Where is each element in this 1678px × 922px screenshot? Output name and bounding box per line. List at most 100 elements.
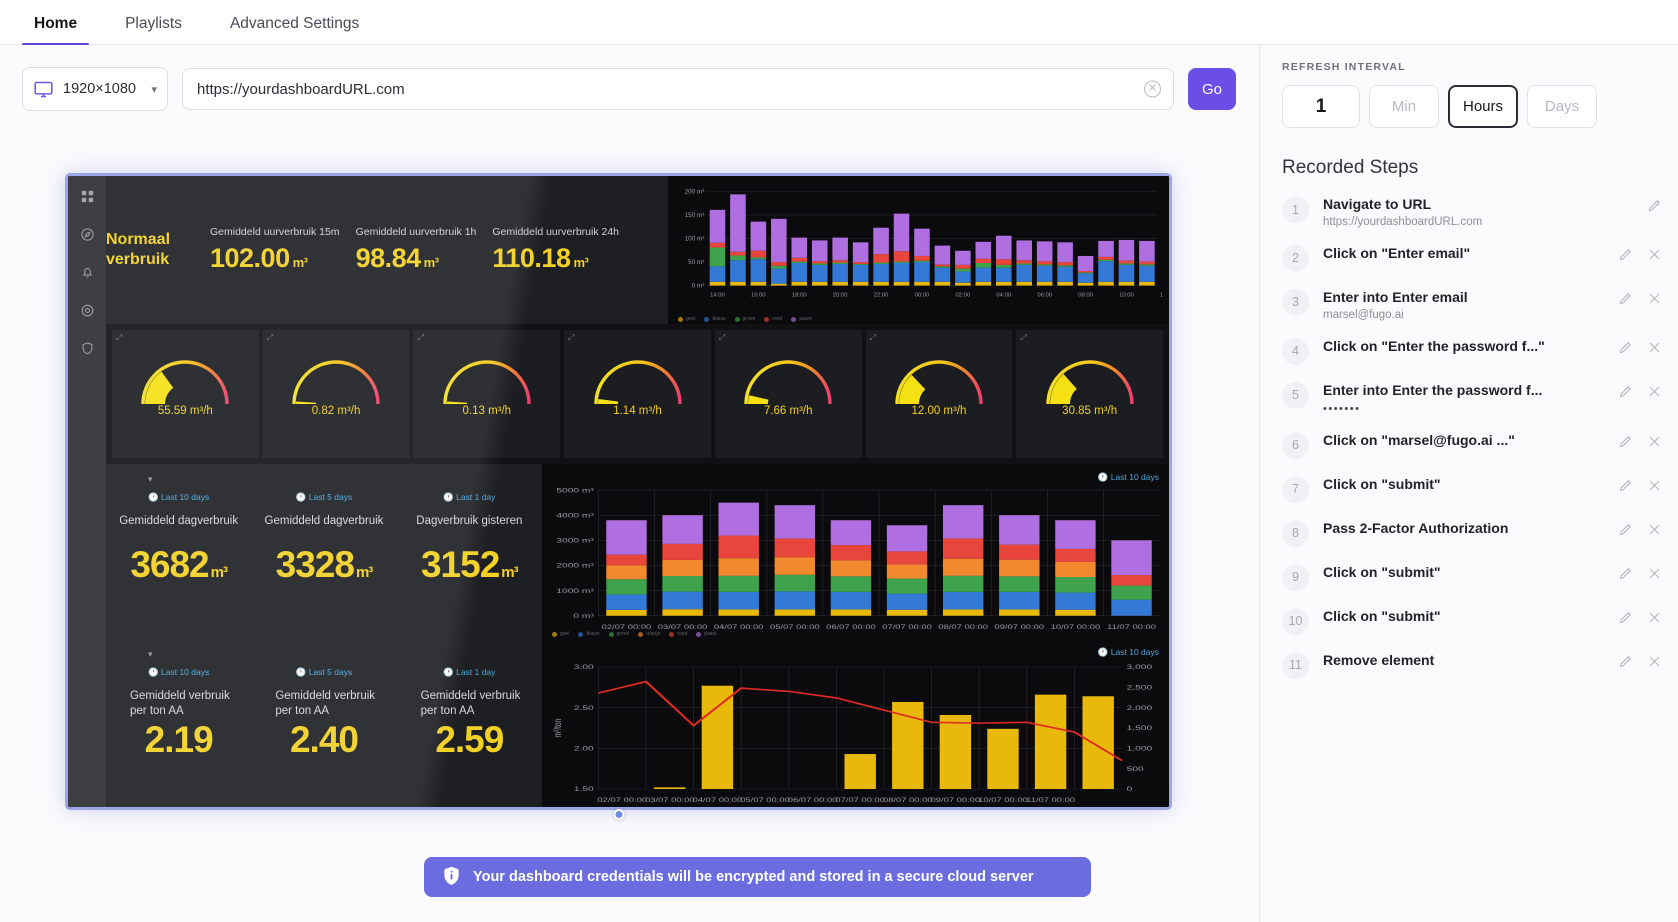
pencil-icon[interactable] [1618,478,1633,493]
close-x-icon[interactable] [1647,291,1662,306]
interval-unit-hours[interactable]: Hours [1448,85,1518,128]
pencil-icon[interactable] [1618,384,1633,399]
expand-icon[interactable]: ⤢ [116,333,124,342]
expand-icon[interactable]: ⤢ [1020,333,1028,342]
step-item[interactable]: 5 Enter into Enter the password f... •••••… [1282,373,1662,423]
expand-icon[interactable]: ⤢ [870,333,878,342]
step-item[interactable]: 11 Remove element [1282,643,1662,687]
step-body: Click on "Enter email" [1323,244,1604,263]
kpi-number: 110.18 [492,242,571,273]
collapse-caret-icon[interactable]: ▾ [148,474,153,485]
interval-value-input[interactable]: 1 [1282,85,1360,128]
dashboard-content: Normaal verbruik Gemiddeld uurverbruik 1… [106,176,1169,807]
step-item[interactable]: 4 Click on "Enter the password f..." [1282,329,1662,373]
step-title: Navigate to URL [1323,196,1432,212]
preview-frame[interactable]: Normaal verbruik Gemiddeld uurverbruik 1… [65,173,1172,810]
svg-text:200 m³: 200 m³ [685,189,705,196]
step-item[interactable]: 8 Pass 2-Factor Authorization [1282,511,1662,555]
pencil-icon[interactable] [1618,566,1633,581]
step-number: 4 [1282,337,1309,365]
kpi-value: 102.00 m³ [210,243,340,274]
expand-icon[interactable]: ⤢ [417,333,425,342]
svg-text:07/07 00:00: 07/07 00:00 [882,624,932,631]
svg-text:03/07 00:00: 03/07 00:00 [658,624,708,631]
time-range-chip: 🕐 Last 1 day [443,667,496,677]
legend-label: oranje [646,631,661,637]
legend-item: blauw [704,316,726,322]
svg-text:11/07 00:00: 11/07 00:00 [1107,624,1157,631]
stat-label: Gemiddeld verbruik per ton AA [130,690,230,717]
compass-icon[interactable] [80,227,95,242]
legend-swatch [578,631,584,637]
stat-value: 2.19 [144,719,214,760]
monitor-icon [33,79,54,100]
close-x-icon[interactable] [1647,434,1662,449]
pencil-icon[interactable] [1618,247,1633,262]
target-icon[interactable] [80,303,95,318]
close-x-icon[interactable] [1647,384,1662,399]
close-x-icon[interactable] [1647,478,1662,493]
svg-text:150 m³: 150 m³ [685,212,705,219]
stat-value: 2.59 [435,719,504,760]
url-input-wrapper[interactable]: https://yourdashboardURL.com ✕ [182,68,1174,110]
svg-text:05/07 00:00: 05/07 00:00 [770,624,820,631]
svg-text:10/07 00:00: 10/07 00:00 [1051,624,1101,631]
banner-text: Your dashboard credentials will be encry… [473,869,1034,885]
collapse-caret-icon[interactable]: ▾ [148,649,153,660]
expand-icon[interactable]: ⤢ [267,333,275,342]
expand-icon[interactable]: ⤢ [568,333,576,342]
carousel-dot[interactable] [613,809,624,820]
step-item[interactable]: 2 Click on "Enter email" [1282,236,1662,280]
pencil-icon[interactable] [1647,198,1662,213]
pencil-icon[interactable] [1618,522,1633,537]
bell-icon[interactable] [80,265,95,280]
tab-home[interactable]: Home [22,15,90,45]
svg-text:0 m³: 0 m³ [573,612,594,620]
step-item[interactable]: 6 Click on "marsel@fugo.ai ..." [1282,423,1662,467]
close-x-icon[interactable] [1647,340,1662,355]
url-input[interactable]: https://yourdashboardURL.com [197,81,405,98]
svg-text:2,000: 2,000 [1127,704,1153,712]
tab-advanced-settings[interactable]: Advanced Settings [218,15,371,44]
stat-value: 3152 m³ [420,544,519,585]
clear-circle-icon[interactable]: ✕ [1144,80,1161,98]
close-x-icon[interactable] [1647,654,1662,669]
svg-text:03/07 00:00: 03/07 00:00 [645,797,695,804]
step-item[interactable]: 10 Click on "submit" [1282,599,1662,643]
pencil-icon[interactable] [1618,610,1633,625]
interval-unit-min[interactable]: Min [1369,85,1439,128]
svg-text:1,500: 1,500 [1127,724,1153,732]
kpi-area: Normaal verbruik Gemiddeld uurverbruik 1… [106,176,668,324]
pencil-icon[interactable] [1618,654,1633,669]
svg-text:1.50: 1.50 [574,785,594,793]
svg-text:07/07 00:00: 07/07 00:00 [835,797,885,804]
step-item[interactable]: 7 Click on "submit" [1282,467,1662,511]
kpi-card: Gemiddeld uurverbruik 1h 98.84 m³ [348,226,485,273]
gauge-value: 7.66 m³/h [763,404,813,417]
close-x-icon[interactable] [1647,566,1662,581]
pencil-icon[interactable] [1618,434,1633,449]
pencil-icon[interactable] [1618,291,1633,306]
interval-unit-days[interactable]: Days [1527,85,1597,128]
step-actions [1618,244,1662,262]
expand-icon[interactable]: ⤢ [719,333,727,342]
go-button[interactable]: Go [1188,68,1236,110]
step-item[interactable]: 1 Navigate to URL https://yourdashboardURL… [1282,187,1662,236]
step-number: 2 [1282,244,1309,272]
step-item[interactable]: 3 Enter into Enter email marsel@fugo.ai [1282,280,1662,329]
step-actions [1618,607,1662,625]
tab-playlists[interactable]: Playlists [113,15,194,44]
shield-icon[interactable] [80,341,95,356]
grid-icon[interactable] [80,189,95,204]
resolution-select[interactable]: 1920×1080 ▾ [22,67,168,111]
close-x-icon[interactable] [1647,522,1662,537]
close-x-icon[interactable] [1647,247,1662,262]
pencil-icon[interactable] [1618,340,1633,355]
close-x-icon[interactable] [1647,610,1662,625]
time-range-chip: 🕐 Last 10 days [148,667,210,677]
step-title: Click on "Enter email" [1323,244,1471,261]
step-title: Click on "submit" [1323,607,1441,624]
svg-text:2.50: 2.50 [574,704,594,712]
step-item[interactable]: 9 Click on "submit" [1282,555,1662,599]
svg-text:08/07 00:00: 08/07 00:00 [883,797,933,804]
